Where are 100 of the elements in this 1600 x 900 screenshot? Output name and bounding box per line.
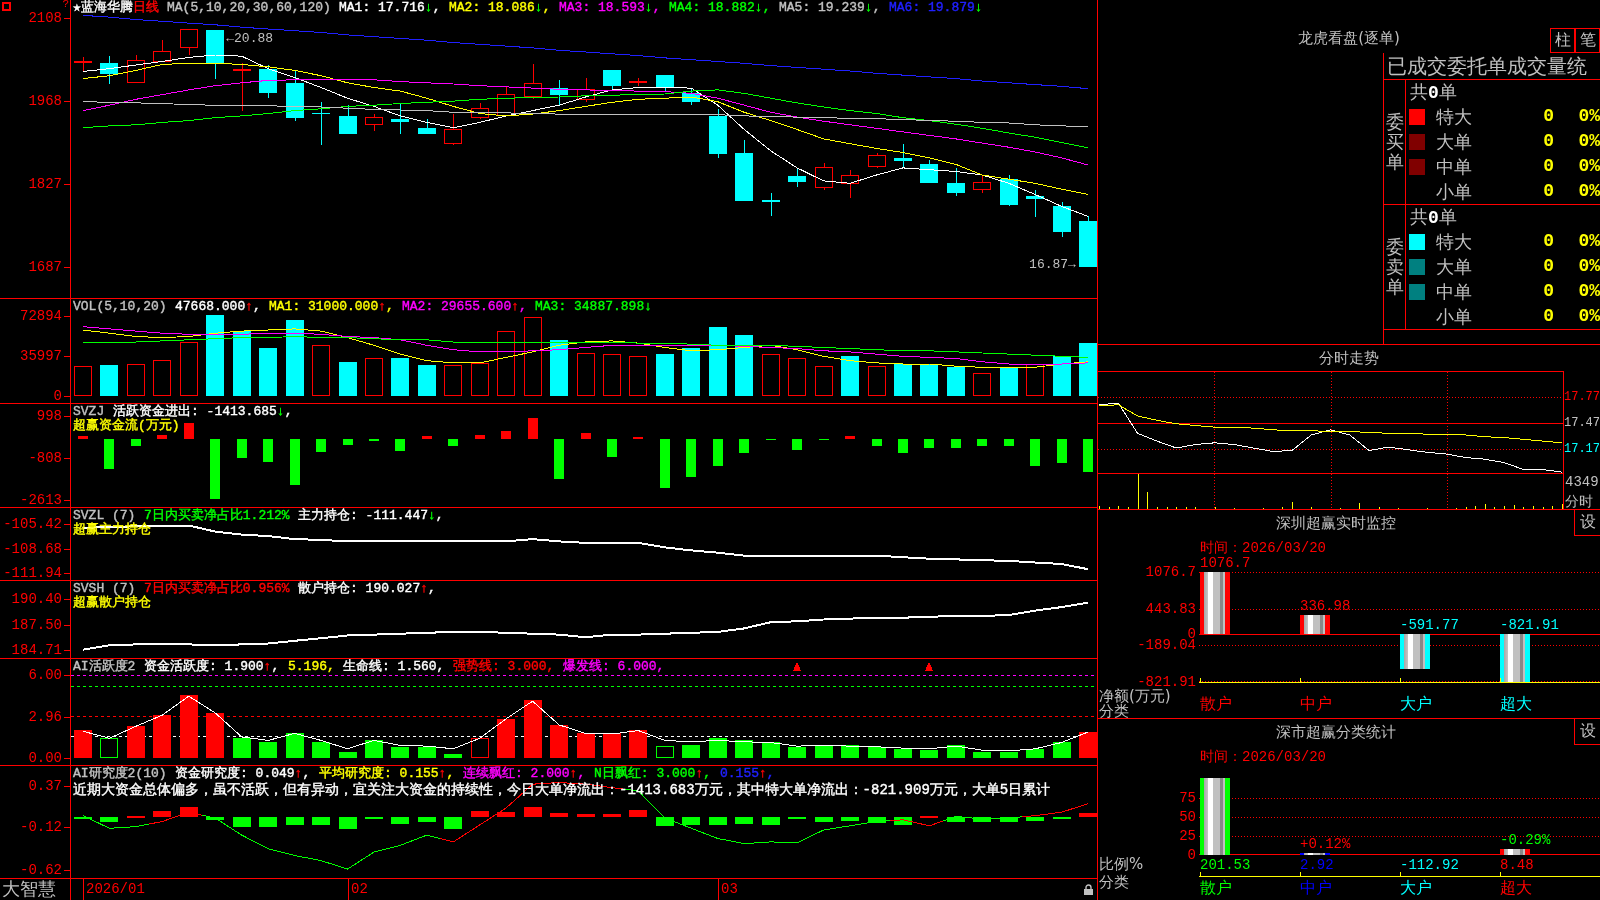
chart-bar xyxy=(180,694,198,758)
axis-label: 0 xyxy=(1187,847,1196,863)
chart-bar xyxy=(1053,356,1071,396)
chart-bar xyxy=(924,438,934,448)
candle xyxy=(1053,201,1071,237)
candle xyxy=(577,77,595,103)
axis-label: 50 xyxy=(1179,809,1196,826)
toggle-button[interactable]: 柱 xyxy=(1550,28,1575,53)
chart-bar xyxy=(603,733,621,758)
chart-bar xyxy=(581,433,591,439)
axis-label: -2613 xyxy=(20,491,62,508)
value-label: 1076.7 xyxy=(1200,556,1251,571)
chart-bar xyxy=(528,417,538,439)
order-total: 共0单 xyxy=(1410,206,1457,227)
chart-bar xyxy=(418,817,436,822)
settings-button[interactable]: 设 xyxy=(1574,510,1600,536)
order-count: 0 xyxy=(1543,130,1554,153)
legend-text: MA2: 29655.600↑, xyxy=(402,299,527,314)
order-percent: 0% xyxy=(1577,180,1600,203)
chart-bar xyxy=(100,365,118,396)
chart-bar xyxy=(656,354,674,396)
value-label: 201.53 xyxy=(1200,858,1251,873)
category-label: 散户 xyxy=(1200,879,1232,896)
chart-bar xyxy=(735,740,753,758)
chart-bar xyxy=(100,817,118,822)
axis-label: -0.62 xyxy=(20,861,62,878)
axis-label: 17.47 xyxy=(1564,415,1600,430)
chart-bar xyxy=(792,438,802,450)
legend-text: 5.196, xyxy=(288,659,335,674)
toggle-button[interactable]: 笔 xyxy=(1575,28,1600,53)
order-count: 0 xyxy=(1543,305,1554,328)
legend-text: MA3: 34887.898↓ xyxy=(535,299,653,314)
chart-bar xyxy=(1500,634,1530,682)
chart-bar xyxy=(656,817,674,826)
legend-text: ★蓝海华腾 xyxy=(73,0,133,15)
chart-bar xyxy=(766,438,776,441)
chart-bar xyxy=(947,817,965,822)
candle xyxy=(286,69,304,122)
chart-bar xyxy=(475,434,485,439)
candle xyxy=(497,85,515,117)
order-count: 0 xyxy=(1543,230,1554,253)
chart-bar xyxy=(444,817,462,830)
axis-label: 2.96 xyxy=(28,709,62,726)
chart-bar xyxy=(471,738,489,758)
chart-bar xyxy=(819,438,829,441)
chart-bar xyxy=(841,817,859,821)
order-count: 0 xyxy=(1543,180,1554,203)
legend-text: 强势线: 3.000, xyxy=(453,659,555,674)
chart-bar xyxy=(815,817,833,822)
chart-bar xyxy=(153,715,171,758)
order-percent: 0% xyxy=(1577,155,1600,178)
axis-label: 1687 xyxy=(28,258,62,275)
chart-bar xyxy=(365,739,383,758)
row-label: 中单 xyxy=(1436,280,1472,304)
axis-label: 0.37 xyxy=(28,777,62,794)
axis-label: 190.40 xyxy=(11,591,62,608)
chart-bar xyxy=(894,817,912,825)
chart-bar xyxy=(312,817,330,825)
legend-text: SVSH (7) xyxy=(73,581,136,596)
chart-bar xyxy=(629,729,647,758)
order-count: 0 xyxy=(1543,255,1554,278)
chart-bar xyxy=(735,817,753,825)
candle xyxy=(1079,215,1097,268)
value-label: -112.92 xyxy=(1400,858,1459,873)
chart-bar xyxy=(104,438,114,469)
category-label: 大户 xyxy=(1400,695,1432,712)
group-label: 委买单 xyxy=(1385,112,1404,172)
chart-bar xyxy=(259,741,277,758)
change-label: +0.12% xyxy=(1300,836,1351,852)
panel-title: 分时走势 xyxy=(1319,349,1379,367)
chart-bar xyxy=(656,746,674,758)
candle xyxy=(1026,189,1044,218)
order-percent: 0% xyxy=(1577,230,1600,253)
chart-bar xyxy=(629,356,647,396)
axis-label: 6.00 xyxy=(28,667,62,684)
chart-bar xyxy=(153,359,171,396)
chart-bar xyxy=(524,699,542,758)
chart-bar xyxy=(894,363,912,396)
order-percent: 0% xyxy=(1577,130,1600,153)
chart-bar xyxy=(872,438,882,447)
row-label: 小单 xyxy=(1436,180,1472,204)
chart-bar xyxy=(1030,438,1040,467)
date-label: 2026/01 xyxy=(86,881,145,898)
chart-bar xyxy=(868,366,886,396)
axis-label: 25 xyxy=(1179,828,1196,845)
chart-bar xyxy=(1026,748,1044,758)
category-label: 中户 xyxy=(1300,879,1332,896)
candle xyxy=(524,63,542,100)
chart-bar xyxy=(686,438,696,477)
panel-title: 深圳超赢实时监控 xyxy=(1276,514,1396,532)
legend-text: MA1: 31000.000↑, xyxy=(269,299,394,314)
category-label: 超大 xyxy=(1500,879,1532,896)
candle xyxy=(550,79,568,106)
chart-bar xyxy=(497,812,515,818)
panel-title: 龙虎看盘(逐单) xyxy=(1298,29,1400,47)
candle xyxy=(153,39,171,62)
axis-label: 998 xyxy=(36,407,62,424)
legend-text: 日线 xyxy=(132,0,159,15)
settings-button[interactable]: 设 xyxy=(1574,719,1600,745)
chart-bar xyxy=(233,737,251,758)
